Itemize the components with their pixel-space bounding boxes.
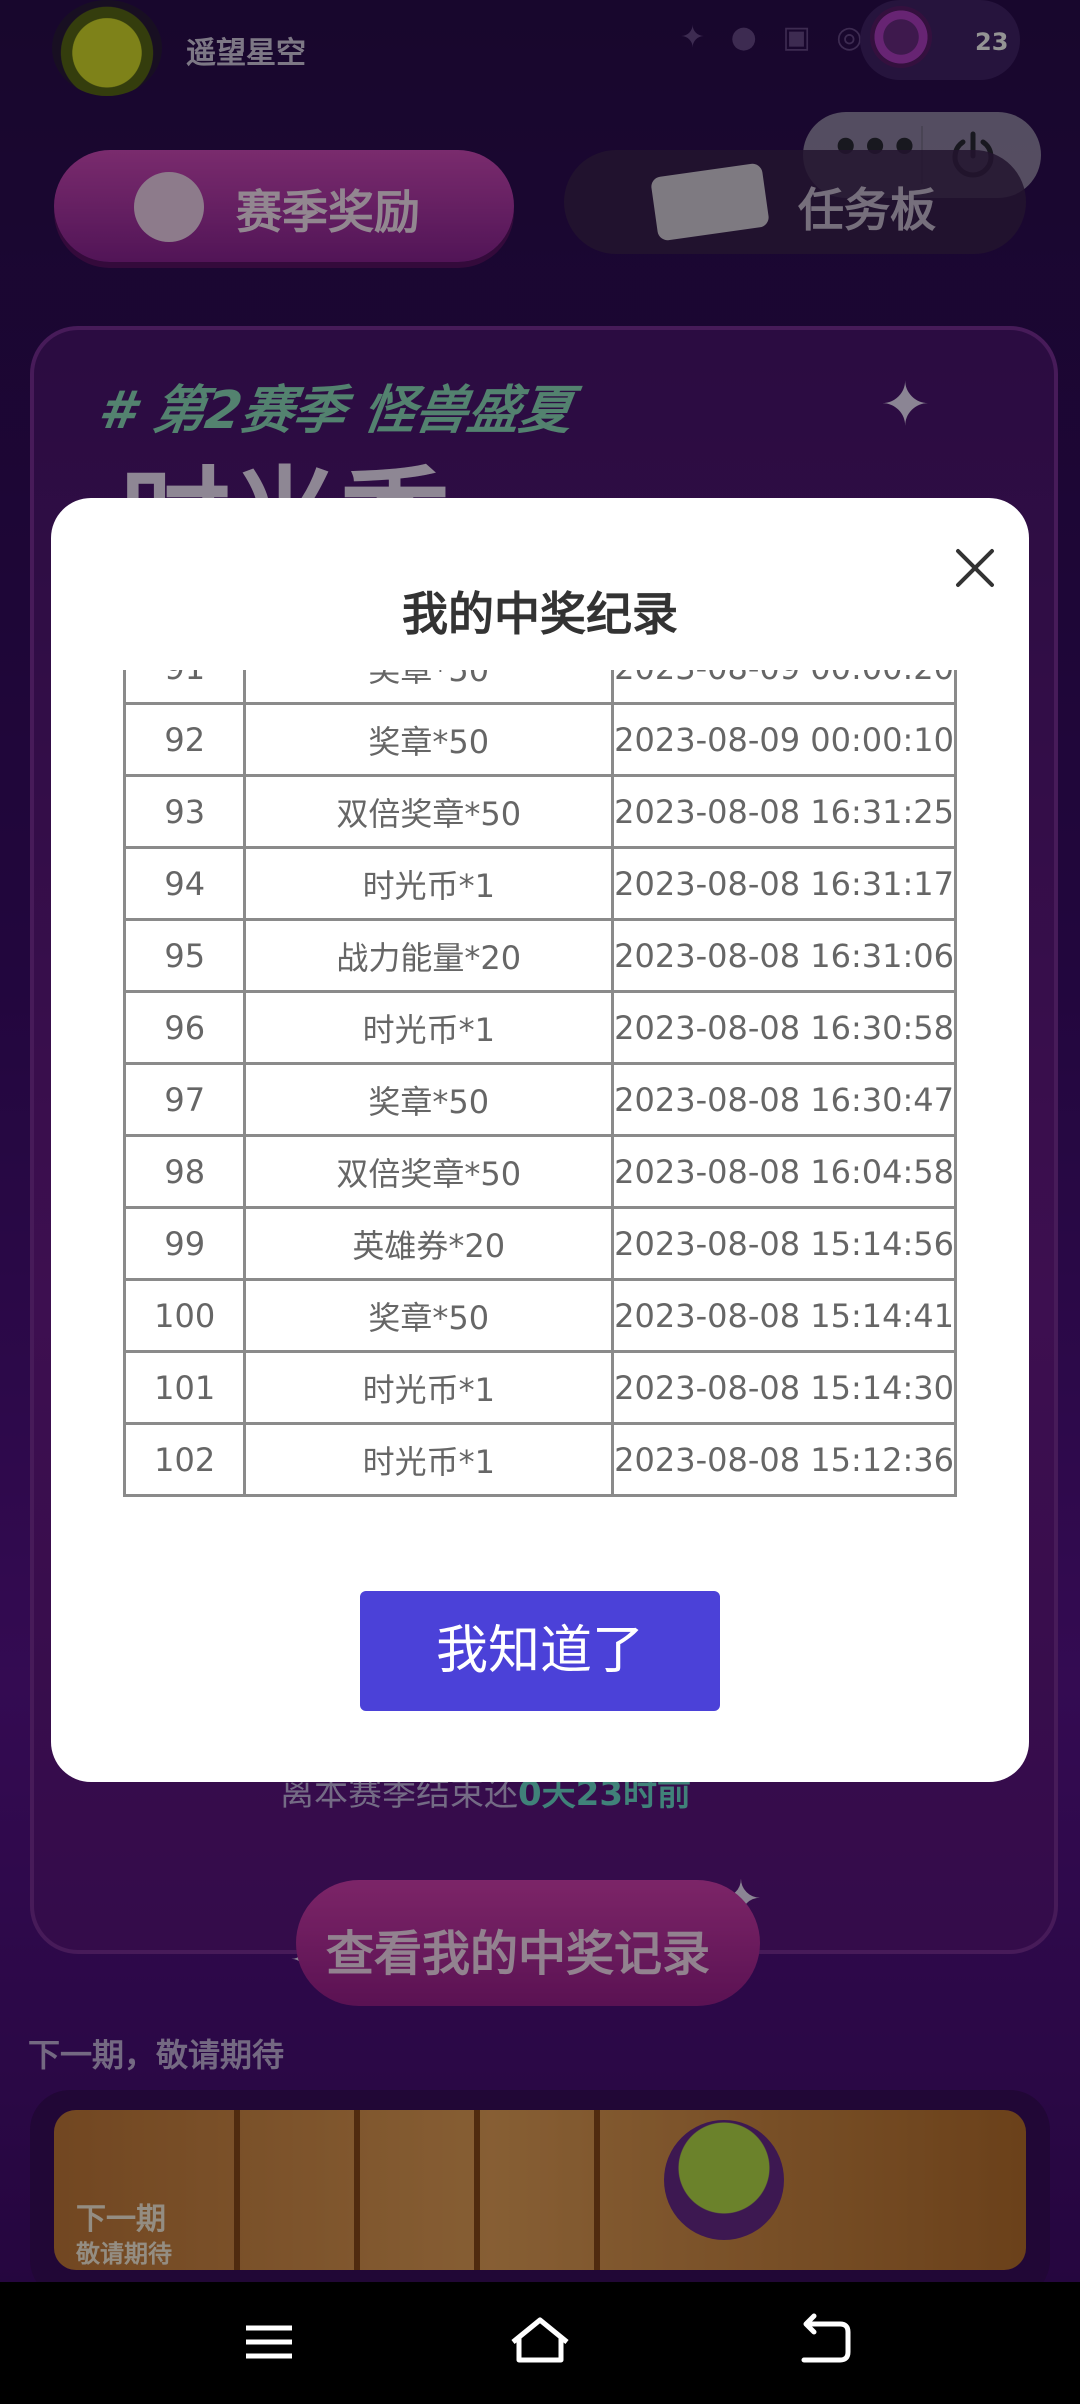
record-number: 93 — [123, 774, 247, 849]
record-prize: 时光币*1 — [243, 990, 615, 1065]
record-time: 2023-08-08 16:31:06 — [611, 918, 957, 993]
record-number: 101 — [123, 1350, 247, 1425]
record-number: 95 — [123, 918, 247, 993]
table-row: 94 时光币*1 2023-08-08 16:31:17 — [123, 846, 957, 921]
table-row: 97 奖章*50 2023-08-08 16:30:47 — [123, 1062, 957, 1137]
table-row: 93 双倍奖章*50 2023-08-08 16:31:25 — [123, 774, 957, 849]
record-number: 92 — [123, 702, 247, 777]
records-modal: 我的中奖纪录 91奖章*502023-08-09 00:00:2092奖章*50… — [51, 498, 1029, 1782]
close-icon[interactable] — [939, 532, 1011, 604]
record-prize: 时光币*1 — [243, 1422, 615, 1497]
record-time: 2023-08-09 00:00:20 — [611, 670, 957, 705]
record-time: 2023-08-08 15:14:41 — [611, 1278, 957, 1353]
record-prize: 英雄券*20 — [243, 1206, 615, 1281]
record-number: 96 — [123, 990, 247, 1065]
record-time: 2023-08-08 16:31:25 — [611, 774, 957, 849]
record-time: 2023-08-08 16:04:58 — [611, 1134, 957, 1209]
record-number: 97 — [123, 1062, 247, 1137]
record-time: 2023-08-09 00:00:10 — [611, 702, 957, 777]
table-row: 95 战力能量*20 2023-08-08 16:31:06 — [123, 918, 957, 993]
table-row: 98 双倍奖章*50 2023-08-08 16:04:58 — [123, 1134, 957, 1209]
table-row: 101 时光币*1 2023-08-08 15:14:30 — [123, 1350, 957, 1425]
home-icon[interactable] — [495, 2302, 585, 2382]
table-row: 99 英雄券*20 2023-08-08 15:14:56 — [123, 1206, 957, 1281]
record-number: 102 — [123, 1422, 247, 1497]
record-number: 100 — [123, 1278, 247, 1353]
record-number: 91 — [123, 670, 247, 705]
record-prize: 奖章*50 — [243, 702, 615, 777]
record-prize: 奖章*50 — [243, 1278, 615, 1353]
records-table-scroll[interactable]: 91奖章*502023-08-09 00:00:2092奖章*502023-08… — [123, 670, 957, 1542]
record-prize: 双倍奖章*50 — [243, 774, 615, 849]
table-row: 100 奖章*50 2023-08-08 15:14:41 — [123, 1278, 957, 1353]
record-prize: 时光币*1 — [243, 1350, 615, 1425]
record-number: 99 — [123, 1206, 247, 1281]
record-number: 94 — [123, 846, 247, 921]
record-time: 2023-08-08 15:12:36 — [611, 1422, 957, 1497]
record-time: 2023-08-08 16:30:58 — [611, 990, 957, 1065]
menu-icon[interactable] — [224, 2302, 314, 2382]
record-prize: 时光币*1 — [243, 846, 615, 921]
table-row: 92 奖章*50 2023-08-09 00:00:10 — [123, 702, 957, 777]
record-prize: 战力能量*20 — [243, 918, 615, 993]
record-prize: 奖章*50 — [243, 1062, 615, 1137]
back-icon[interactable] — [780, 2302, 870, 2382]
acknowledge-button[interactable]: 我知道了 — [360, 1591, 720, 1711]
record-time: 2023-08-08 16:30:47 — [611, 1062, 957, 1137]
record-prize: 双倍奖章*50 — [243, 1134, 615, 1209]
record-time: 2023-08-08 15:14:56 — [611, 1206, 957, 1281]
record-time: 2023-08-08 15:14:30 — [611, 1350, 957, 1425]
record-prize: 奖章*50 — [243, 670, 615, 705]
table-row: 96 时光币*1 2023-08-08 16:30:58 — [123, 990, 957, 1065]
modal-title: 我的中奖纪录 — [402, 587, 678, 641]
record-time: 2023-08-08 16:31:17 — [611, 846, 957, 921]
records-table: 91奖章*502023-08-09 00:00:2092奖章*502023-08… — [123, 670, 957, 1497]
system-nav-bar — [0, 2282, 1080, 2404]
table-row: 91奖章*502023-08-09 00:00:20 — [123, 670, 957, 705]
record-number: 98 — [123, 1134, 247, 1209]
table-row: 102 时光币*1 2023-08-08 15:12:36 — [123, 1422, 957, 1497]
